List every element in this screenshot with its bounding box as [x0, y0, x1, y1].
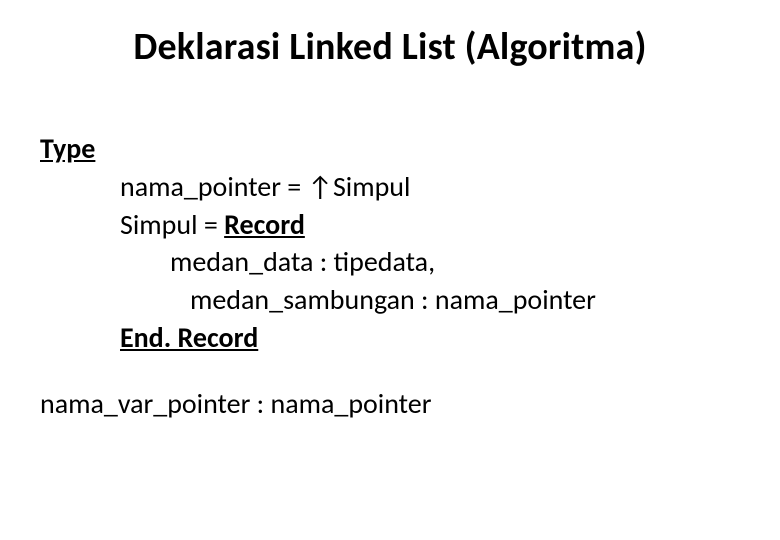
line-end-record: End. Record — [40, 319, 740, 357]
slide: Deklarasi Linked List (Algoritma) Type n… — [0, 0, 780, 540]
end-record-keyword: End. Record — [120, 320, 258, 355]
line-var-pointer: nama_var_pointer : nama_pointer — [40, 386, 431, 421]
line-record-def: Simpul = Record — [40, 206, 740, 244]
text-simpul: Simpul — [333, 169, 411, 204]
line-medan-data: medan_data : tipedata, — [40, 243, 740, 281]
type-keyword: Type — [40, 131, 95, 166]
text-simpul-eq: Simpul = — [120, 207, 224, 242]
spacer — [40, 357, 740, 385]
line-medan-sambungan: medan_sambungan : nama_pointer — [40, 281, 740, 319]
up-arrow-icon: ↑ — [308, 169, 333, 204]
slide-title: Deklarasi Linked List (Algoritma) — [0, 24, 780, 70]
line-pointer-def: nama_pointer = ↑Simpul — [40, 168, 740, 206]
record-keyword: Record — [224, 207, 305, 242]
slide-body: Type nama_pointer = ↑Simpul Simpul = Rec… — [40, 130, 740, 423]
text-nama-pointer: nama_pointer = — [120, 169, 308, 204]
